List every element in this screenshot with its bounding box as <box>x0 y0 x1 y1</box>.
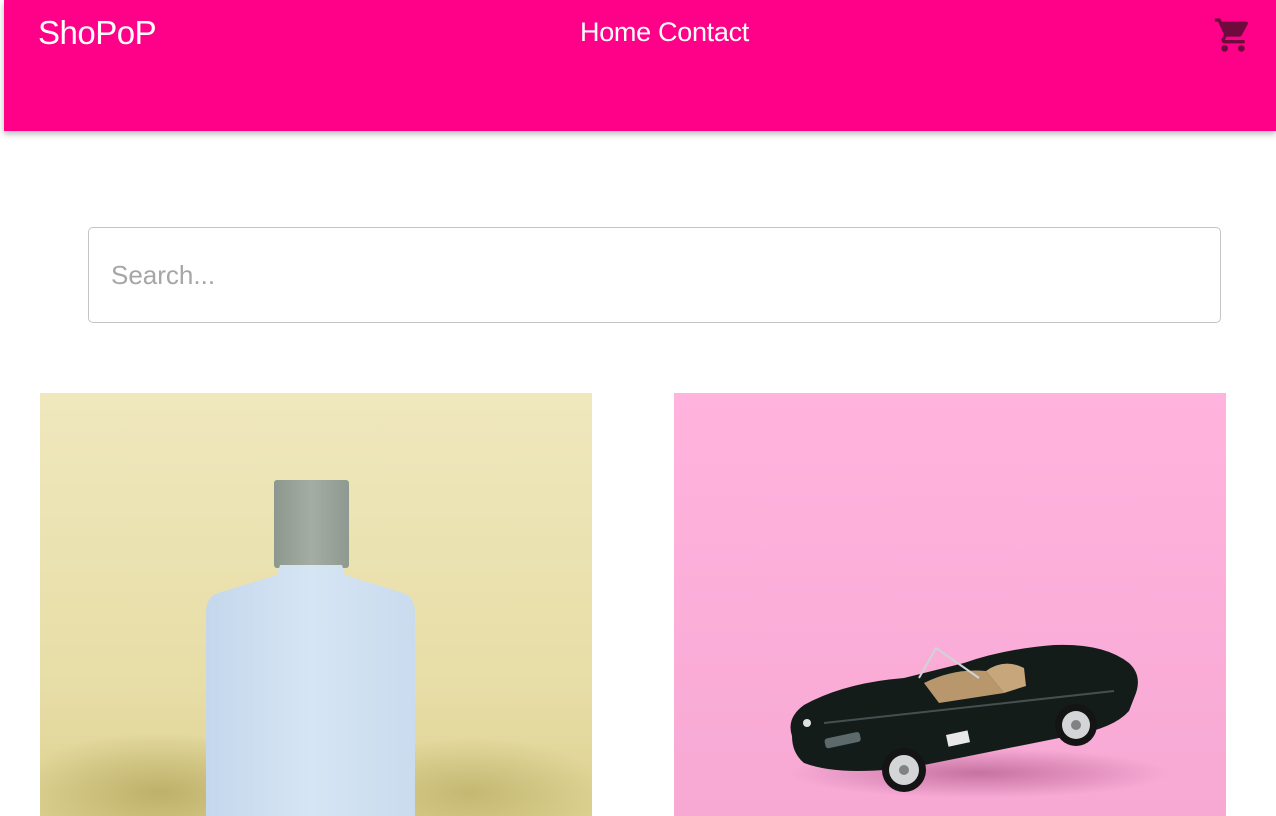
toy-car-image <box>674 393 1226 816</box>
product-card-cologne[interactable] <box>40 393 592 816</box>
main-nav: Home Contact <box>580 17 749 48</box>
cologne-bottle-image <box>40 393 592 816</box>
search-container <box>88 227 1221 323</box>
shopping-cart-icon[interactable] <box>1213 15 1253 55</box>
product-card-toy-car[interactable] <box>674 393 1226 816</box>
brand-logo[interactable]: ShoPoP <box>38 14 157 52</box>
nav-contact-link[interactable]: Contact <box>658 17 749 47</box>
nav-home-link[interactable]: Home <box>580 17 651 47</box>
search-input[interactable] <box>88 227 1221 323</box>
top-app-bar: ShoPoP Home Contact <box>4 0 1276 131</box>
